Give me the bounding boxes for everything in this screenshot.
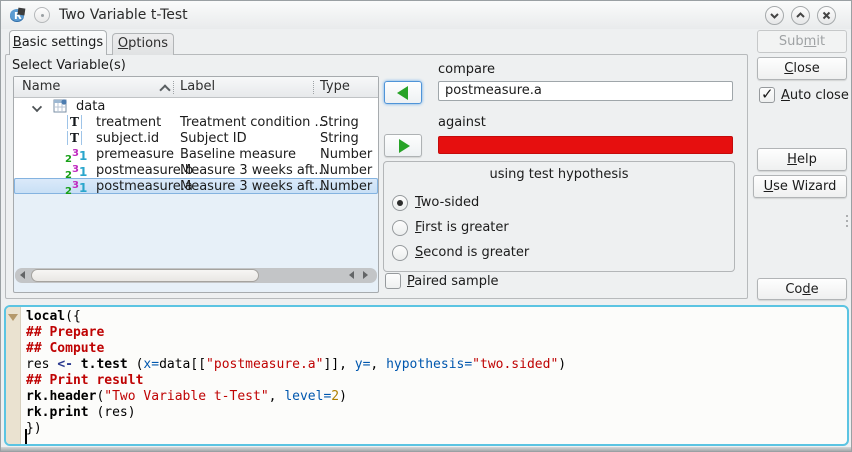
maximize-button[interactable] (791, 6, 810, 25)
window-menu-button[interactable] (34, 7, 50, 23)
compare-label: compare (438, 62, 495, 77)
scrollbar-thumb[interactable] (31, 269, 259, 282)
text-cursor (25, 429, 27, 444)
against-label: against (438, 115, 486, 130)
radio-circle-icon (392, 245, 408, 261)
paired-sample-checkbox[interactable] (385, 273, 401, 289)
column-separator (173, 81, 174, 94)
variable-type: String (320, 131, 359, 146)
variable-type: String (320, 115, 359, 130)
variable-name: treatment (96, 115, 161, 130)
code-button[interactable]: Code (757, 278, 847, 300)
tree-row-postmeasure.b[interactable]: 231postmeasure.bMeasure 3 weeks aft...Nu… (14, 162, 378, 178)
compare-field[interactable]: postmeasure.a (438, 81, 733, 101)
variable-name: data (76, 99, 105, 114)
editor-margin (6, 307, 21, 444)
code-line: rk.header("Two Variable t-Test", level=2… (26, 389, 843, 405)
variable-label: Subject ID (180, 131, 247, 146)
variable-label: Treatment condition ... (180, 115, 327, 130)
move-right-button[interactable] (384, 134, 422, 157)
tree-row-data[interactable]: data (14, 98, 378, 114)
column-header-name[interactable]: Name (22, 79, 60, 94)
radio-label: Two-sided (415, 195, 479, 210)
radio-label: First is greater (415, 220, 509, 235)
variable-tree-rows: dataTtreatmentTreatment condition ...Str… (14, 98, 378, 194)
variable-type: Number (320, 179, 372, 194)
code-line: ## Prepare (26, 325, 843, 341)
tree-header: Name Label Type (14, 77, 378, 98)
fold-marker-icon[interactable] (8, 314, 18, 321)
radio-circle-icon (392, 220, 408, 236)
code-line: }) (26, 421, 843, 437)
code-line: rk.print (res) (26, 405, 843, 421)
variable-name: premeasure (96, 147, 174, 162)
close-button[interactable]: Close (757, 57, 847, 80)
column-header-label[interactable]: Label (180, 79, 215, 94)
select-variables-label: Select Variable(s) (12, 58, 126, 73)
radio-label: Second is greater (415, 245, 529, 260)
close-window-button[interactable] (817, 6, 836, 25)
code-line: ## Print result (26, 373, 843, 389)
number-variable-icon: 231 (65, 179, 87, 199)
auto-close-label: Auto close (781, 88, 849, 103)
rkward-app-icon: R (9, 6, 27, 24)
code-preview-editor[interactable]: local({## Prepare## Computeres <- t.test… (4, 305, 849, 446)
checkmark-icon: ✓ (761, 85, 774, 103)
variable-label: Measure 3 weeks aft... (180, 179, 327, 194)
window-title: Two Variable t-Test (59, 7, 188, 23)
use-wizard-button[interactable]: Use Wizard (753, 175, 847, 198)
titlebar: R Two Variable t-Test (1, 1, 851, 29)
move-left-button[interactable] (384, 81, 422, 104)
variable-label: Measure 3 weeks aft... (180, 163, 327, 178)
tree-horizontal-scrollbar[interactable] (15, 268, 377, 283)
variable-name: subject.id (96, 131, 159, 146)
tab-basic-settings[interactable]: Basic settings (9, 30, 107, 55)
green-arrow-left-icon (397, 86, 408, 100)
tree-row-treatment[interactable]: Ttreatment Treatment condition ...String (14, 114, 378, 130)
code-line: local({ (26, 309, 843, 325)
variable-tree: Name Label Type dataTtreatmentTreatment … (13, 76, 379, 293)
window-bottom-edge (1, 447, 851, 452)
scroll-right-icon[interactable] (363, 271, 368, 279)
submit-button[interactable]: Submit (757, 30, 847, 53)
code-line: ## Compute (26, 341, 843, 357)
variable-label: Baseline measure (180, 147, 296, 162)
auto-close-checkbox[interactable]: ✓ (759, 87, 775, 103)
two-variable-t-test-dialog: R Two Variable t-Test Basic settings Opt… (0, 0, 852, 452)
hypothesis-groupbox: using test hypothesis Two-sided First is … (383, 161, 735, 272)
against-field[interactable] (438, 136, 733, 154)
green-arrow-right-icon (399, 139, 410, 153)
tree-row-premeasure[interactable]: 231premeasureBaseline measureNumber (14, 146, 378, 162)
tree-row-subject.id[interactable]: Tsubject.id Subject ID String (14, 130, 378, 146)
help-button[interactable]: Help (757, 148, 847, 171)
string-variable-icon: T (67, 115, 82, 129)
paired-sample-label: Paired sample (407, 274, 499, 289)
variable-name: postmeasure.b (96, 163, 193, 178)
sort-ascending-icon (159, 84, 170, 95)
column-header-type[interactable]: Type (320, 79, 350, 94)
column-separator (313, 81, 314, 94)
variable-type: Number (320, 163, 372, 178)
scroll-left-icon[interactable] (20, 271, 25, 279)
minimize-button[interactable] (765, 6, 784, 25)
tree-row-postmeasure.a[interactable]: 231postmeasure.aMeasure 3 weeks aft...Nu… (14, 178, 378, 194)
radio-circle-icon (392, 195, 408, 211)
scroll-left-icon[interactable] (349, 271, 354, 279)
variable-name: postmeasure.a (96, 179, 193, 194)
code-line: res <- t.test (x=data[["postmeasure.a"]]… (26, 357, 843, 373)
hypothesis-title: using test hypothesis (384, 167, 734, 182)
string-variable-icon: T (67, 131, 82, 145)
tab-options[interactable]: Options (112, 33, 174, 55)
expander-chevron-icon[interactable] (32, 102, 42, 112)
variable-type: Number (320, 147, 372, 162)
splitter-handle[interactable] (846, 215, 849, 231)
code-lines: local({## Prepare## Computeres <- t.test… (26, 309, 843, 437)
